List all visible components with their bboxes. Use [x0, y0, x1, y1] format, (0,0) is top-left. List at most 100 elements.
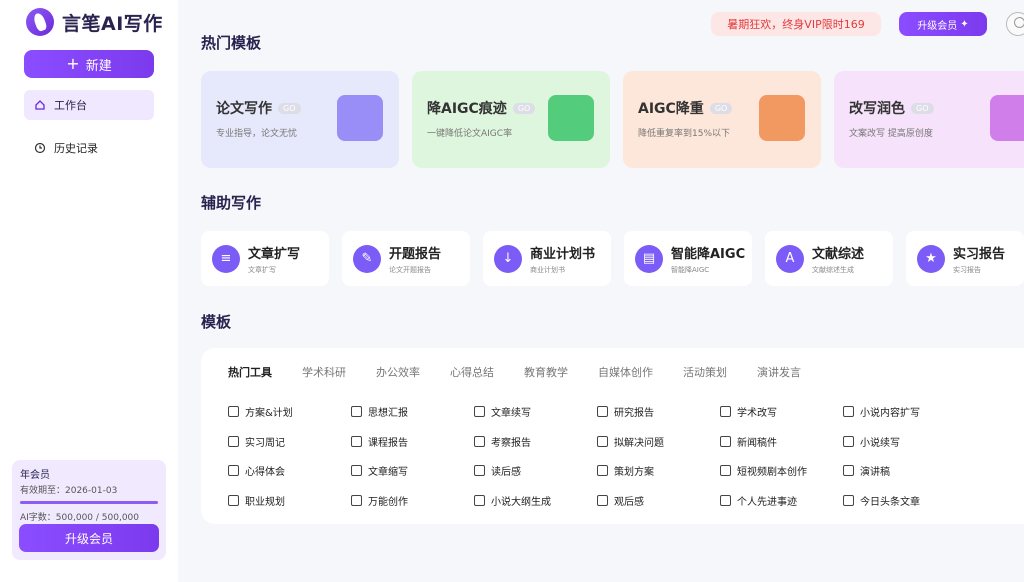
tool-label: 新闻稿件 [737, 438, 777, 449]
ai-chars-count: AI字数：500,000 / 500,000 [20, 513, 139, 523]
template-tool-item[interactable]: 文章缩写 [351, 463, 408, 478]
tool-label: 观后感 [614, 497, 644, 508]
tab-academic[interactable]: 学术科研 [302, 364, 346, 380]
tab-reflection[interactable]: 心得总结 [450, 364, 494, 380]
tab-education[interactable]: 教育教学 [524, 364, 568, 380]
tool-label: 小说续写 [860, 438, 900, 449]
template-tool-item[interactable]: 拟解决问题 [597, 434, 664, 449]
tool-icon [597, 495, 608, 506]
template-tool-item[interactable]: 个人先进事迹 [720, 493, 797, 508]
template-tool-item[interactable]: 读后感 [474, 463, 521, 478]
tool-icon [351, 495, 362, 506]
template-tool-item[interactable]: 演讲稿 [843, 463, 890, 478]
template-tool-item[interactable]: 考察报告 [474, 434, 531, 449]
assist-card-subtitle: 商业计划书 [530, 265, 565, 274]
tool-icon [228, 436, 239, 447]
tool-label: 文章缩写 [368, 467, 408, 478]
assist-card-business-plan[interactable]: ↓ 商业计划书 商业计划书 [483, 231, 611, 286]
template-tool-item[interactable]: 方案&计划 [228, 404, 293, 419]
sidebar-item-workbench[interactable]: 工作台 [24, 90, 154, 120]
badge-icon: ★ [917, 244, 945, 273]
template-tool-item[interactable]: 策划方案 [597, 463, 654, 478]
template-tool-item[interactable]: 小说大纲生成 [474, 493, 551, 508]
assist-card-subtitle: 论文开题报告 [389, 265, 431, 274]
template-tool-item[interactable]: 思想汇报 [351, 404, 408, 419]
template-tool-item[interactable]: 短视频剧本创作 [720, 463, 807, 478]
go-badge: GO [512, 102, 536, 114]
template-tool-item[interactable]: 研究报告 [597, 404, 654, 419]
upgrade-membership-button[interactable]: 升级会员 [19, 524, 159, 552]
template-tool-item[interactable]: 心得体会 [228, 463, 285, 478]
template-tool-item[interactable]: 小说内容扩写 [843, 404, 920, 419]
template-tool-item[interactable]: 小说续写 [843, 434, 900, 449]
hot-card-thesis[interactable]: 论文写作 GO 专业指导，论文无忧 [201, 71, 399, 168]
membership-expiry: 有效期至：2026-01-03 [20, 486, 118, 496]
go-badge: GO [709, 102, 733, 114]
tool-label: 课程报告 [368, 438, 408, 449]
tool-label: 实习周记 [245, 438, 285, 449]
tool-icon [720, 495, 731, 506]
new-button[interactable]: + 新建 [24, 50, 154, 78]
template-tool-item[interactable]: 新闻稿件 [720, 434, 777, 449]
assist-card-reduce-aigc[interactable]: ▤ 智能降AIGC 智能降AIGC [624, 231, 752, 286]
tab-office[interactable]: 办公效率 [376, 364, 420, 380]
assist-card-subtitle: 文献综述生成 [812, 265, 854, 274]
assist-card-subtitle: 实习报告 [953, 265, 981, 274]
tool-icon [228, 495, 239, 506]
sidebar-item-history[interactable]: 历史记录 [24, 133, 154, 163]
tool-icon [597, 465, 608, 476]
tab-speech[interactable]: 演讲发言 [757, 364, 801, 380]
upgrade-button-top[interactable]: 升级会员 ✦ [899, 12, 987, 36]
document-download-icon: ↓ [494, 244, 522, 273]
logo-icon [26, 8, 54, 36]
hot-card-title: AIGC降重 [638, 101, 704, 117]
go-badge: GO [911, 102, 934, 114]
hot-card-aigc-dedupe[interactable]: AIGC降重 GO 降低重复率到15%以下 [623, 71, 821, 168]
tool-label: 拟解决问题 [614, 438, 664, 449]
template-tool-item[interactable]: 观后感 [597, 493, 644, 508]
membership-title: 年会员 [20, 470, 50, 481]
pen-icon: ✎ [353, 244, 381, 273]
document-edit-icon [337, 95, 383, 141]
template-tool-item[interactable]: 万能创作 [351, 493, 408, 508]
promo-banner[interactable]: 暑期狂欢，终身VIP限时169 [711, 12, 881, 36]
sparkle-icon: ✦ [960, 18, 969, 30]
clock-icon [34, 142, 46, 154]
template-tool-item[interactable]: 职业规划 [228, 493, 285, 508]
assist-card-internship-report[interactable]: ★ 实习报告 实习报告 [906, 231, 1024, 286]
tab-self-media[interactable]: 自媒体创作 [598, 364, 653, 380]
assist-card-expand[interactable]: ≡ 文章扩写 文章扩写 [201, 231, 329, 286]
go-badge: GO [278, 102, 301, 114]
tool-label: 心得体会 [245, 467, 285, 478]
tool-icon [720, 406, 731, 417]
assist-card-subtitle: 智能降AIGC [671, 265, 710, 274]
document-arrow-icon [548, 95, 594, 141]
assist-card-proposal[interactable]: ✎ 开题报告 论文开题报告 [342, 231, 470, 286]
tool-icon [228, 406, 239, 417]
assist-card-literature-review[interactable]: A 文献综述 文献综述生成 [765, 231, 893, 286]
templates-panel: 热门工具 学术科研 办公效率 心得总结 教育教学 自媒体创作 活动策划 演讲发言… [201, 348, 1024, 524]
hot-card-rewrite[interactable]: 改写润色 GO 文案改写 提高原创度 [834, 71, 1024, 168]
assist-card-title: 商业计划书 [530, 246, 596, 262]
chat-icon: ▤ [635, 244, 663, 273]
ai-chars-progress-bar [20, 501, 158, 504]
template-tool-item[interactable]: 学术改写 [720, 404, 777, 419]
hot-card-reduce-aigc-trace[interactable]: 降AIGC痕迹 GO 一键降低论文AIGC率 [412, 71, 610, 168]
template-tool-item[interactable]: 实习周记 [228, 434, 285, 449]
template-tool-item[interactable]: 课程报告 [351, 434, 408, 449]
tool-label: 学术改写 [737, 408, 777, 419]
user-avatar-icon[interactable] [1006, 12, 1024, 36]
tab-event-planning[interactable]: 活动策划 [683, 364, 727, 380]
tool-label: 演讲稿 [860, 467, 890, 478]
tab-hot-tools[interactable]: 热门工具 [228, 364, 272, 380]
app-logo[interactable]: 言笔AI写作 [26, 8, 163, 36]
assist-card-subtitle: 文章扩写 [248, 265, 276, 274]
app-name: 言笔AI写作 [62, 12, 163, 35]
tool-icon [351, 436, 362, 447]
translate-icon: A [776, 244, 804, 273]
hot-card-title: 改写润色 [849, 101, 905, 117]
tool-icon [474, 406, 485, 417]
template-tool-item[interactable]: 今日头条文章 [843, 493, 920, 508]
tool-icon [843, 406, 854, 417]
template-tool-item[interactable]: 文章续写 [474, 404, 531, 419]
